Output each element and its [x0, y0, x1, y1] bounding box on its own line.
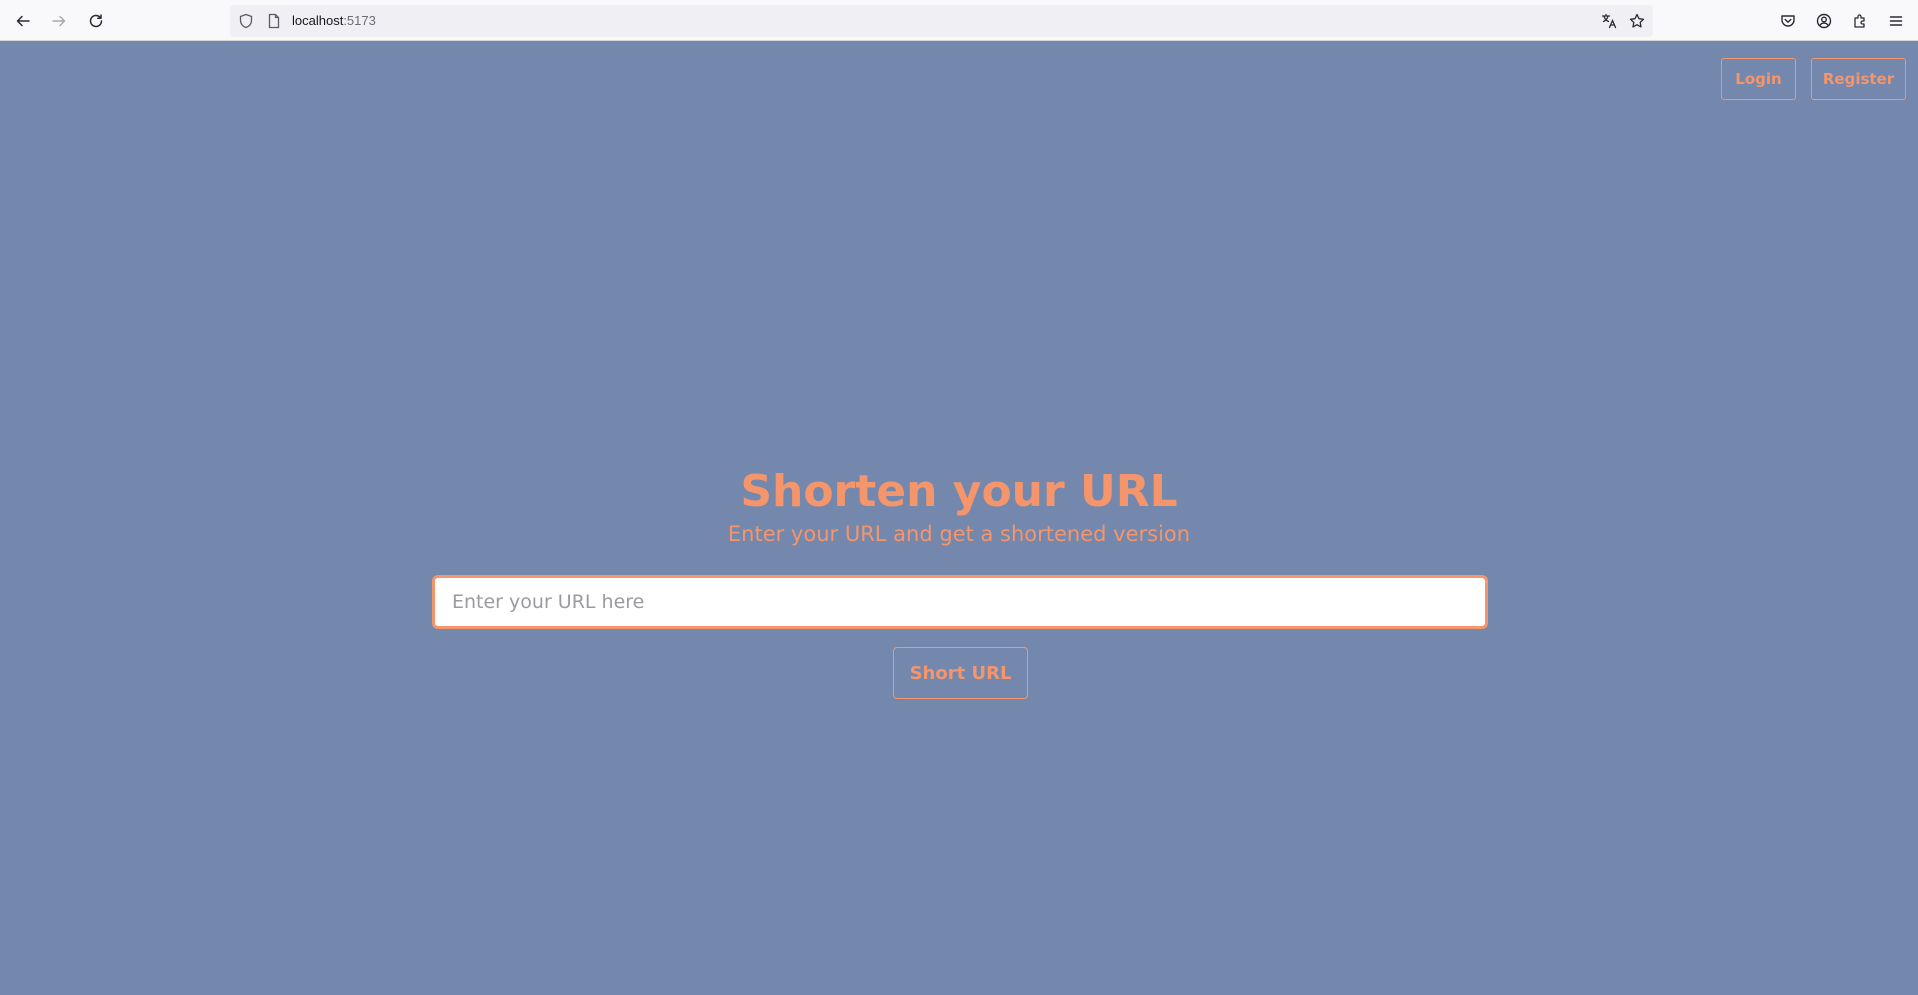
url-port: :5173 [343, 13, 376, 28]
pocket-icon[interactable] [1779, 12, 1797, 30]
tracking-protection-icon[interactable] [238, 13, 254, 29]
account-icon[interactable] [1815, 12, 1833, 30]
url-host: localhost [292, 13, 344, 28]
forward-arrow-icon[interactable] [47, 9, 71, 33]
extensions-icon[interactable] [1851, 12, 1869, 30]
login-button[interactable]: Login [1721, 58, 1796, 100]
browser-toolbar: localhost:5173 [0, 0, 1918, 41]
back-arrow-icon[interactable] [11, 9, 35, 33]
register-button[interactable]: Register [1811, 58, 1906, 100]
page-title: Shorten your URL [740, 466, 1178, 517]
hamburger-menu-icon[interactable] [1887, 12, 1905, 30]
url-input[interactable] [432, 575, 1488, 629]
url-text[interactable]: localhost:5173 [292, 13, 376, 29]
page-info-icon[interactable] [266, 13, 282, 29]
page-content: Login Register Shorten your URL Enter yo… [0, 42, 1918, 995]
address-bar[interactable]: localhost:5173 [230, 5, 1653, 37]
short-url-button[interactable]: Short URL [893, 647, 1028, 699]
page-subtitle: Enter your URL and get a shortened versi… [727, 522, 1191, 546]
bookmark-star-icon[interactable] [1629, 13, 1645, 29]
reload-icon[interactable] [84, 9, 108, 33]
translate-icon[interactable] [1601, 13, 1617, 29]
